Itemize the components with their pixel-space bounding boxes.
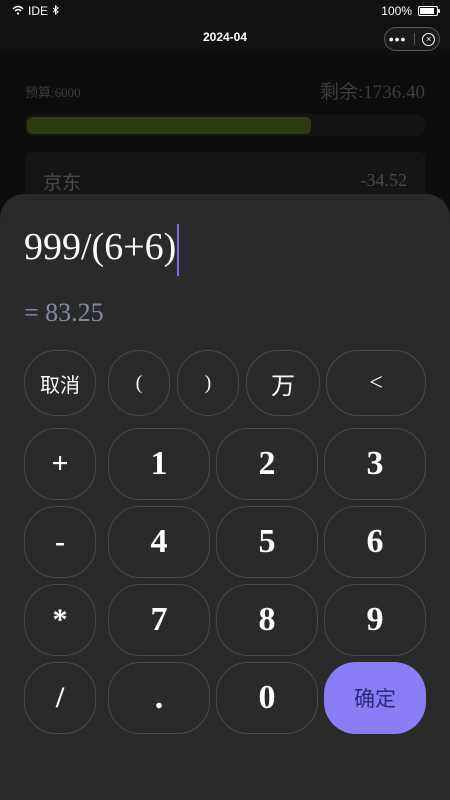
battery-percent: 100% (381, 4, 412, 18)
remaining-label: 剩余:1736.40 (319, 82, 425, 103)
close-glyph: × (426, 33, 432, 44)
backspace-key[interactable]: < (326, 350, 426, 416)
digit-4-key[interactable]: 4 (108, 506, 210, 578)
expense-amount: -34.52 (360, 170, 408, 190)
calculator-panel: 999/(6+6) = 83.25 取消 ( ) 万 < + 1 2 3 - 4… (0, 194, 450, 800)
plus-key[interactable]: + (24, 428, 96, 500)
digit-2-key[interactable]: 2 (216, 428, 318, 500)
page-title: 2024-04 (202, 30, 248, 44)
capsule-divider (413, 33, 415, 45)
right-paren-key[interactable]: ) (177, 350, 239, 416)
digit-1-key[interactable]: 1 (108, 428, 210, 500)
digit-8-key[interactable]: 8 (216, 584, 318, 656)
wan-key[interactable]: 万 (246, 350, 320, 416)
cancel-button[interactable]: 取消 (24, 350, 96, 416)
budget-progress-fill (27, 117, 311, 134)
budget-progress (25, 114, 425, 136)
multiply-key[interactable]: * (24, 584, 96, 656)
digit-0-key[interactable]: 0 (216, 662, 318, 734)
divide-key[interactable]: / (24, 662, 96, 734)
result-display: = 83.25 (24, 298, 104, 327)
digit-3-key[interactable]: 3 (324, 428, 426, 500)
budget-row: 预算:6000 剩余:1736.40 (25, 80, 425, 103)
status-left: IDE (12, 4, 59, 18)
more-icon[interactable]: ••• (389, 32, 407, 46)
text-cursor (177, 224, 179, 277)
close-icon[interactable]: × (422, 32, 436, 46)
digit-7-key[interactable]: 7 (108, 584, 210, 656)
budget-label: 预算:6000 (25, 85, 81, 100)
expression-text: 999/(6+6) (24, 226, 177, 268)
bluetooth-icon (52, 4, 59, 18)
status-right: 100% (381, 4, 440, 18)
carrier-label: IDE (28, 4, 49, 18)
expression-display[interactable]: 999/(6+6) (24, 222, 179, 277)
digit-6-key[interactable]: 6 (324, 506, 426, 578)
wifi-icon (12, 4, 24, 18)
digit-5-key[interactable]: 5 (216, 506, 318, 578)
expense-name: 京东 (43, 173, 82, 194)
nav-bar: 2024-04 ••• × (0, 22, 450, 54)
digit-9-key[interactable]: 9 (324, 584, 426, 656)
confirm-button[interactable]: 确定 (324, 662, 426, 734)
minus-key[interactable]: - (24, 506, 96, 578)
status-bar: IDE 100% (0, 0, 450, 22)
battery-icon (418, 6, 440, 16)
decimal-point-key[interactable]: . (108, 662, 210, 734)
left-paren-key[interactable]: ( (108, 350, 170, 416)
mini-program-capsule: ••• × (384, 27, 440, 51)
